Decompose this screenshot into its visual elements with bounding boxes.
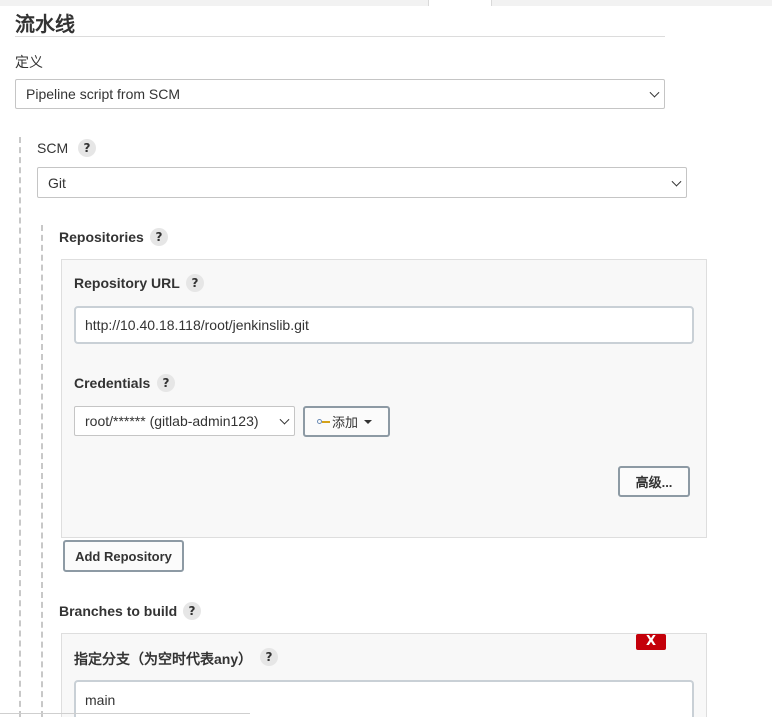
branch-specifier-input[interactable]: main xyxy=(74,680,694,717)
add-repository-button[interactable]: Add Repository xyxy=(63,540,184,572)
advanced-button[interactable]: 高级... xyxy=(618,466,690,497)
credentials-select[interactable]: root/****** (gitlab-admin123) xyxy=(74,406,295,436)
scm-group-border xyxy=(19,137,21,717)
section-title: 流水线 xyxy=(15,12,75,36)
section-divider xyxy=(15,36,665,37)
chevron-down-icon xyxy=(279,414,290,425)
caret-down-icon xyxy=(364,419,373,424)
definition-select[interactable]: Pipeline script from SCM xyxy=(15,79,665,109)
definition-select-value: Pipeline script from SCM xyxy=(26,86,181,102)
branch-specifier-value: main xyxy=(85,691,116,708)
repository-url-value: http://10.40.18.118/root/jenkinslib.git xyxy=(85,317,309,333)
scm-select[interactable]: Git xyxy=(37,167,687,198)
credentials-help-icon[interactable]: ? xyxy=(157,374,175,392)
branch-specifier-help-icon[interactable]: ? xyxy=(260,648,278,666)
branches-label: Branches to build xyxy=(59,603,178,619)
scm-label: SCM xyxy=(37,140,69,156)
chevron-down-icon xyxy=(671,176,682,187)
repositories-help-icon[interactable]: ? xyxy=(150,228,168,246)
scm-help-icon[interactable]: ? xyxy=(78,139,96,157)
git-group-border xyxy=(41,225,43,717)
scm-select-value: Git xyxy=(48,174,66,191)
top-strip xyxy=(0,0,772,6)
repositories-label: Repositories xyxy=(59,229,144,245)
branches-help-icon[interactable]: ? xyxy=(183,602,201,620)
add-credentials-label: 添加 xyxy=(332,415,359,430)
delete-branch-button[interactable]: X xyxy=(636,634,666,650)
credentials-select-value: root/****** (gitlab-admin123) xyxy=(85,413,259,429)
credentials-label: Credentials xyxy=(74,375,151,391)
repository-url-label: Repository URL xyxy=(74,275,180,291)
definition-label: 定义 xyxy=(15,54,43,70)
repository-panel xyxy=(61,259,707,538)
active-tab-edge[interactable] xyxy=(428,0,492,6)
add-credentials-button[interactable]: 添加 xyxy=(303,406,390,437)
chevron-down-icon xyxy=(649,87,660,98)
repository-url-help-icon[interactable]: ? xyxy=(186,274,204,292)
bottom-divider xyxy=(0,713,250,714)
key-icon xyxy=(317,418,331,426)
branch-specifier-label: 指定分支（为空时代表any） xyxy=(74,651,253,667)
repository-url-input[interactable]: http://10.40.18.118/root/jenkinslib.git xyxy=(74,306,694,344)
